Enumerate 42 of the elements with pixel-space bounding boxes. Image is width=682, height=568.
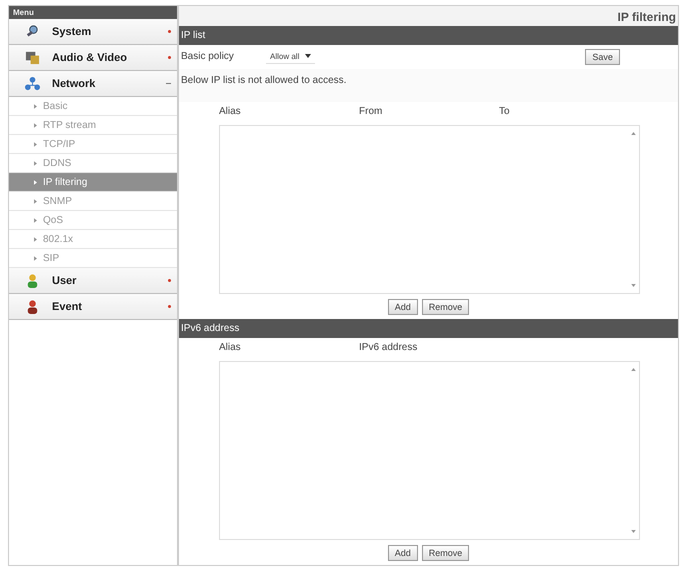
scroll-up-icon <box>630 132 636 135</box>
scroll-down-icon <box>630 284 636 287</box>
save-button[interactable]: Save <box>585 48 620 65</box>
menu-item[interactable]: User <box>9 268 177 294</box>
network-icon <box>25 76 40 91</box>
note-text: Below IP list is not allowed to access. <box>179 68 678 102</box>
add-button[interactable]: Add <box>388 544 418 561</box>
section-header: IP list <box>179 26 678 45</box>
scroll-down-icon <box>630 530 636 533</box>
arrow-icon <box>34 160 37 166</box>
add-button[interactable]: Add <box>388 298 418 315</box>
arrow-icon <box>34 256 37 260</box>
page-title: IP filtering <box>179 6 678 26</box>
person-icon <box>25 273 40 288</box>
field-label: Basic policy <box>181 51 235 62</box>
arrow-icon <box>34 180 37 184</box>
arrow-icon <box>34 198 37 204</box>
column-header: To <box>499 106 511 117</box>
remove-button[interactable]: Remove <box>422 298 470 315</box>
magnifier-icon <box>25 24 40 39</box>
policy-dropdown[interactable]: Allow all <box>266 50 316 64</box>
menu-item[interactable]: System <box>9 19 177 45</box>
arrow-icon <box>34 218 37 222</box>
section-header: IPv6 address <box>179 318 678 338</box>
ip-listbox[interactable] <box>219 124 640 294</box>
column-header: Alias <box>219 342 242 353</box>
remove-button[interactable]: Remove <box>422 544 470 561</box>
column-header: IPv6 address <box>359 342 418 353</box>
menu-item[interactable]: Event <box>9 294 177 320</box>
menu-item[interactable]: Network <box>9 71 177 97</box>
column-header: From <box>359 106 384 117</box>
menu-item[interactable]: Audio & Video <box>9 45 177 71</box>
menu-header: Menu <box>9 6 177 19</box>
arrow-icon <box>34 122 37 128</box>
caret-icon <box>305 54 312 58</box>
arrow-icon <box>34 142 37 146</box>
ipv6-listbox[interactable] <box>219 360 640 540</box>
arrow-icon <box>34 104 37 108</box>
scroll-up-icon <box>630 368 636 371</box>
arrow-icon <box>34 236 37 242</box>
person-icon <box>25 299 40 314</box>
column-header: Alias <box>219 106 242 117</box>
